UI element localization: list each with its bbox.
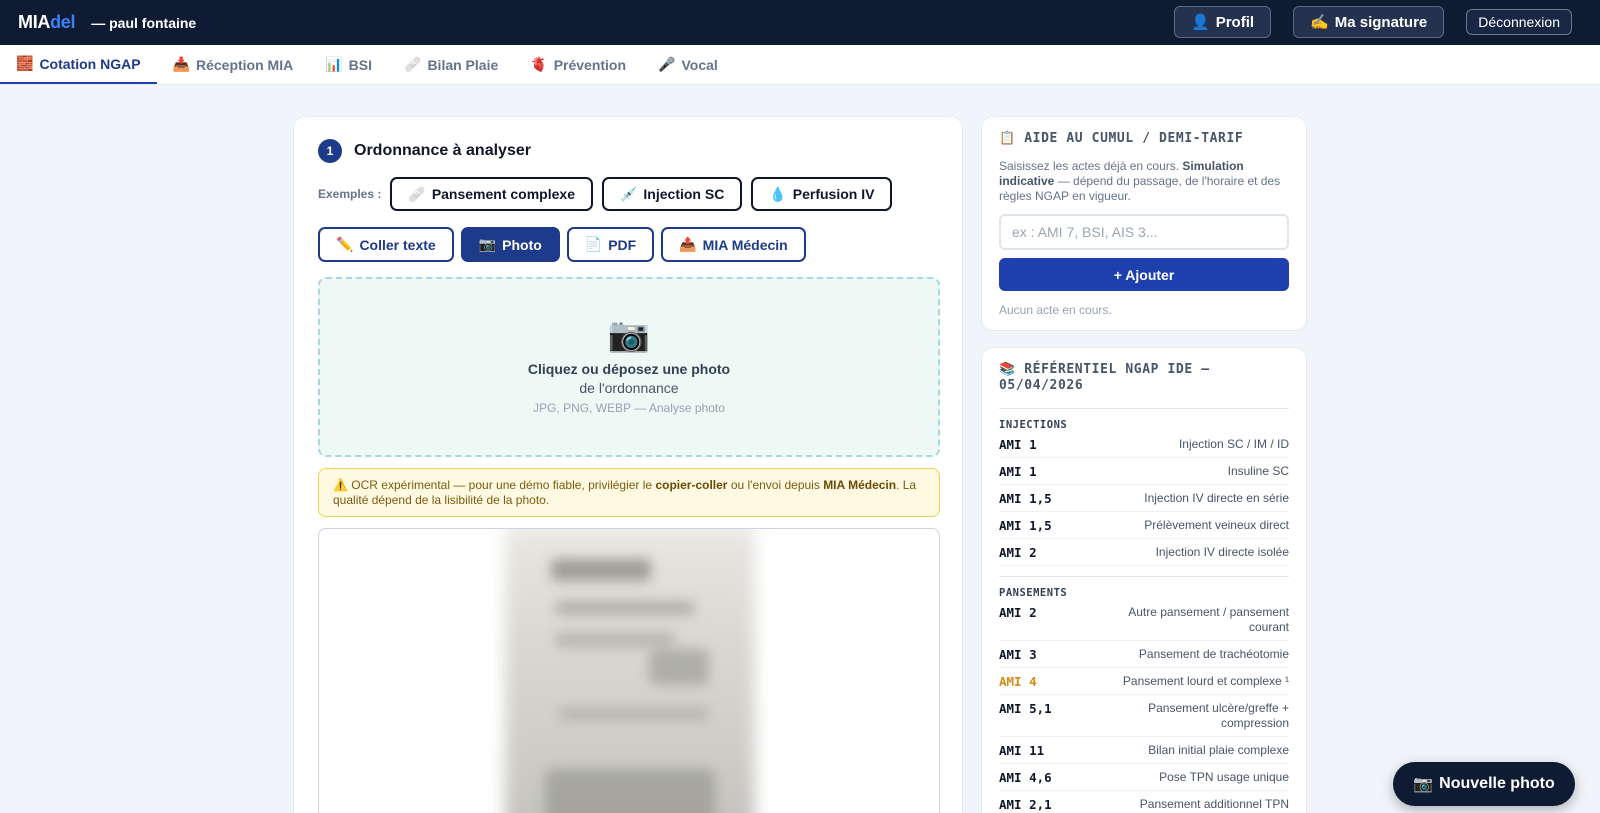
dropzone-title: Cliquez ou déposez une photo: [527, 361, 731, 377]
bandage-icon: 🩹: [404, 56, 422, 72]
user-icon: 👤: [1191, 14, 1210, 31]
ngap-row[interactable]: AMI 2 Autre pansement / pansement courant: [999, 599, 1289, 641]
clipboard-icon: 📋: [999, 131, 1016, 146]
ngap-row[interactable]: AMI 4 Pansement lourd et complexe ¹: [999, 668, 1289, 695]
examples-row: Exemples : 🩹 Pansement complexe 💉 Injectio…: [318, 177, 893, 211]
cumul-description: Saisissez les actes déjà en cours. Simul…: [999, 159, 1281, 203]
group-header-pansements: PANSEMENTS: [999, 576, 1289, 599]
user-name: — paul fontaine: [91, 14, 197, 31]
ngap-row[interactable]: AMI 1,5 Prélèvement veineux direct: [999, 512, 1289, 539]
tab-vocal[interactable]: 🎤 Vocal: [642, 45, 734, 84]
mode-photo-button[interactable]: 📷 Photo: [460, 227, 560, 262]
add-act-button[interactable]: + Ajouter: [999, 258, 1289, 291]
writing-hand-icon: ✍️: [1310, 14, 1329, 31]
inbox-icon: 📥: [172, 56, 190, 72]
books-icon: 📚: [999, 362, 1016, 377]
signature-button[interactable]: ✍️ Ma signature: [1293, 6, 1445, 38]
app-logo[interactable]: MIAdel: [18, 12, 76, 33]
reference-title: 📚 RÉFÉRENTIEL NGAP IDE — 05/04/2026: [999, 362, 1210, 393]
ngap-row[interactable]: AMI 2 Injection IV directe isolée: [999, 539, 1289, 566]
ngap-row[interactable]: AMI 1,5 Injection IV directe en série: [999, 485, 1289, 512]
example-injection-sc-button[interactable]: 💉 Injection SC: [601, 177, 743, 211]
blurred-text-block: [555, 633, 675, 647]
ngap-row[interactable]: AMI 11 Bilan initial plaie complexe: [999, 737, 1289, 764]
bandage-icon: 🩹: [408, 185, 426, 202]
blurred-text-block: [649, 649, 709, 685]
tab-prevention[interactable]: 🫀 Prévention: [514, 45, 642, 84]
step-number-badge: 1: [318, 139, 342, 163]
examples-label: Exemples :: [318, 187, 382, 201]
tab-bilan-plaie[interactable]: 🩹 Bilan Plaie: [388, 45, 514, 84]
blurred-text-block: [545, 769, 715, 813]
tab-bsi[interactable]: 📊 BSI: [309, 45, 388, 84]
camera-icon: 📷: [478, 236, 497, 252]
dropzone-subtitle: de l'ordonnance: [579, 380, 679, 396]
mode-pdf-button[interactable]: 📄 PDF: [566, 227, 655, 262]
ocr-warning: ⚠️ OCR expérimental — pour une démo fiab…: [318, 468, 940, 517]
warning-icon: ⚠️: [333, 478, 348, 492]
tab-reception-mia[interactable]: 📥 Réception MIA: [157, 45, 310, 84]
prescription-card: 1 Ordonnance à analyser Exemples : 🩹 Pans…: [293, 116, 963, 813]
ngap-row[interactable]: AMI 1 Insuline SC: [999, 458, 1289, 485]
logout-button[interactable]: Déconnexion: [1466, 9, 1572, 35]
bricks-icon: 🧱: [16, 55, 34, 71]
cumul-title: 📋 AIDE AU CUMUL / DEMI-TARIF: [999, 131, 1244, 146]
ngap-reference-card: 📚 RÉFÉRENTIEL NGAP IDE — 05/04/2026 INJE…: [981, 347, 1307, 813]
camera-icon: 📷: [607, 316, 651, 354]
photo-dropzone[interactable]: 📷 Cliquez ou déposez une photo de l'ordo…: [318, 277, 940, 457]
new-photo-button[interactable]: 📷 Nouvelle photo: [1393, 762, 1575, 806]
heart-organ-icon: 🫀: [530, 56, 548, 72]
blurred-text-block: [559, 707, 709, 721]
droplet-icon: 💧: [769, 185, 787, 202]
blurred-text-block: [555, 601, 695, 615]
example-pansement-complexe-button[interactable]: 🩹 Pansement complexe: [390, 177, 593, 211]
mode-paste-text-button[interactable]: ✏️ Coller texte: [318, 227, 454, 262]
input-mode-row: ✏️ Coller texte 📷 Photo 📄 PDF 📤 MIA Médecin: [318, 227, 806, 262]
cumul-acts-input[interactable]: [999, 214, 1289, 250]
syringe-icon: 💉: [619, 185, 638, 202]
ngap-row[interactable]: AMI 3 Pansement de trachéotomie: [999, 641, 1289, 668]
ngap-row[interactable]: AMI 2,1 Pansement additionnel TPN: [999, 791, 1289, 813]
tab-cotation-ngap[interactable]: 🧱 Cotation NGAP: [0, 45, 157, 84]
profile-button[interactable]: 👤 Profil: [1174, 6, 1272, 38]
group-header-injections: INJECTIONS: [999, 408, 1289, 431]
dropzone-hint: JPG, PNG, WEBP — Analyse photo: [533, 401, 725, 415]
outbox-icon: 📤: [679, 236, 697, 252]
tab-bar: 🧱 Cotation NGAP 📥 Réception MIA 📊 BSI 🩹 Bila…: [0, 45, 1600, 85]
mode-mia-medecin-button[interactable]: 📤 MIA Médecin: [661, 227, 806, 262]
microphone-icon: 🎤: [658, 56, 676, 72]
ngap-row[interactable]: AMI 5,1 Pansement ulcère/greffe + compres…: [999, 695, 1289, 737]
blurred-text-block: [551, 559, 651, 581]
document-icon: 📄: [584, 236, 603, 252]
ngap-row[interactable]: AMI 4,6 Pose TPN usage unique: [999, 764, 1289, 791]
top-bar: MIAdel — paul fontaine 👤 Profil ✍️ Ma si…: [0, 0, 1600, 45]
step-title: Ordonnance à analyser: [354, 142, 531, 159]
pencil-icon: ✏️: [336, 236, 354, 252]
no-acts-message: Aucun acte en cours.: [999, 303, 1112, 317]
photo-preview: [318, 528, 940, 813]
bar-chart-icon: 📊: [325, 56, 343, 72]
camera-icon: 📷: [1413, 776, 1434, 793]
cumul-helper-card: 📋 AIDE AU CUMUL / DEMI-TARIF Saisissez l…: [981, 116, 1307, 331]
ngap-row[interactable]: AMI 1 Injection SC / IM / ID: [999, 431, 1289, 458]
example-perfusion-iv-button[interactable]: 💧 Perfusion IV: [751, 177, 893, 211]
